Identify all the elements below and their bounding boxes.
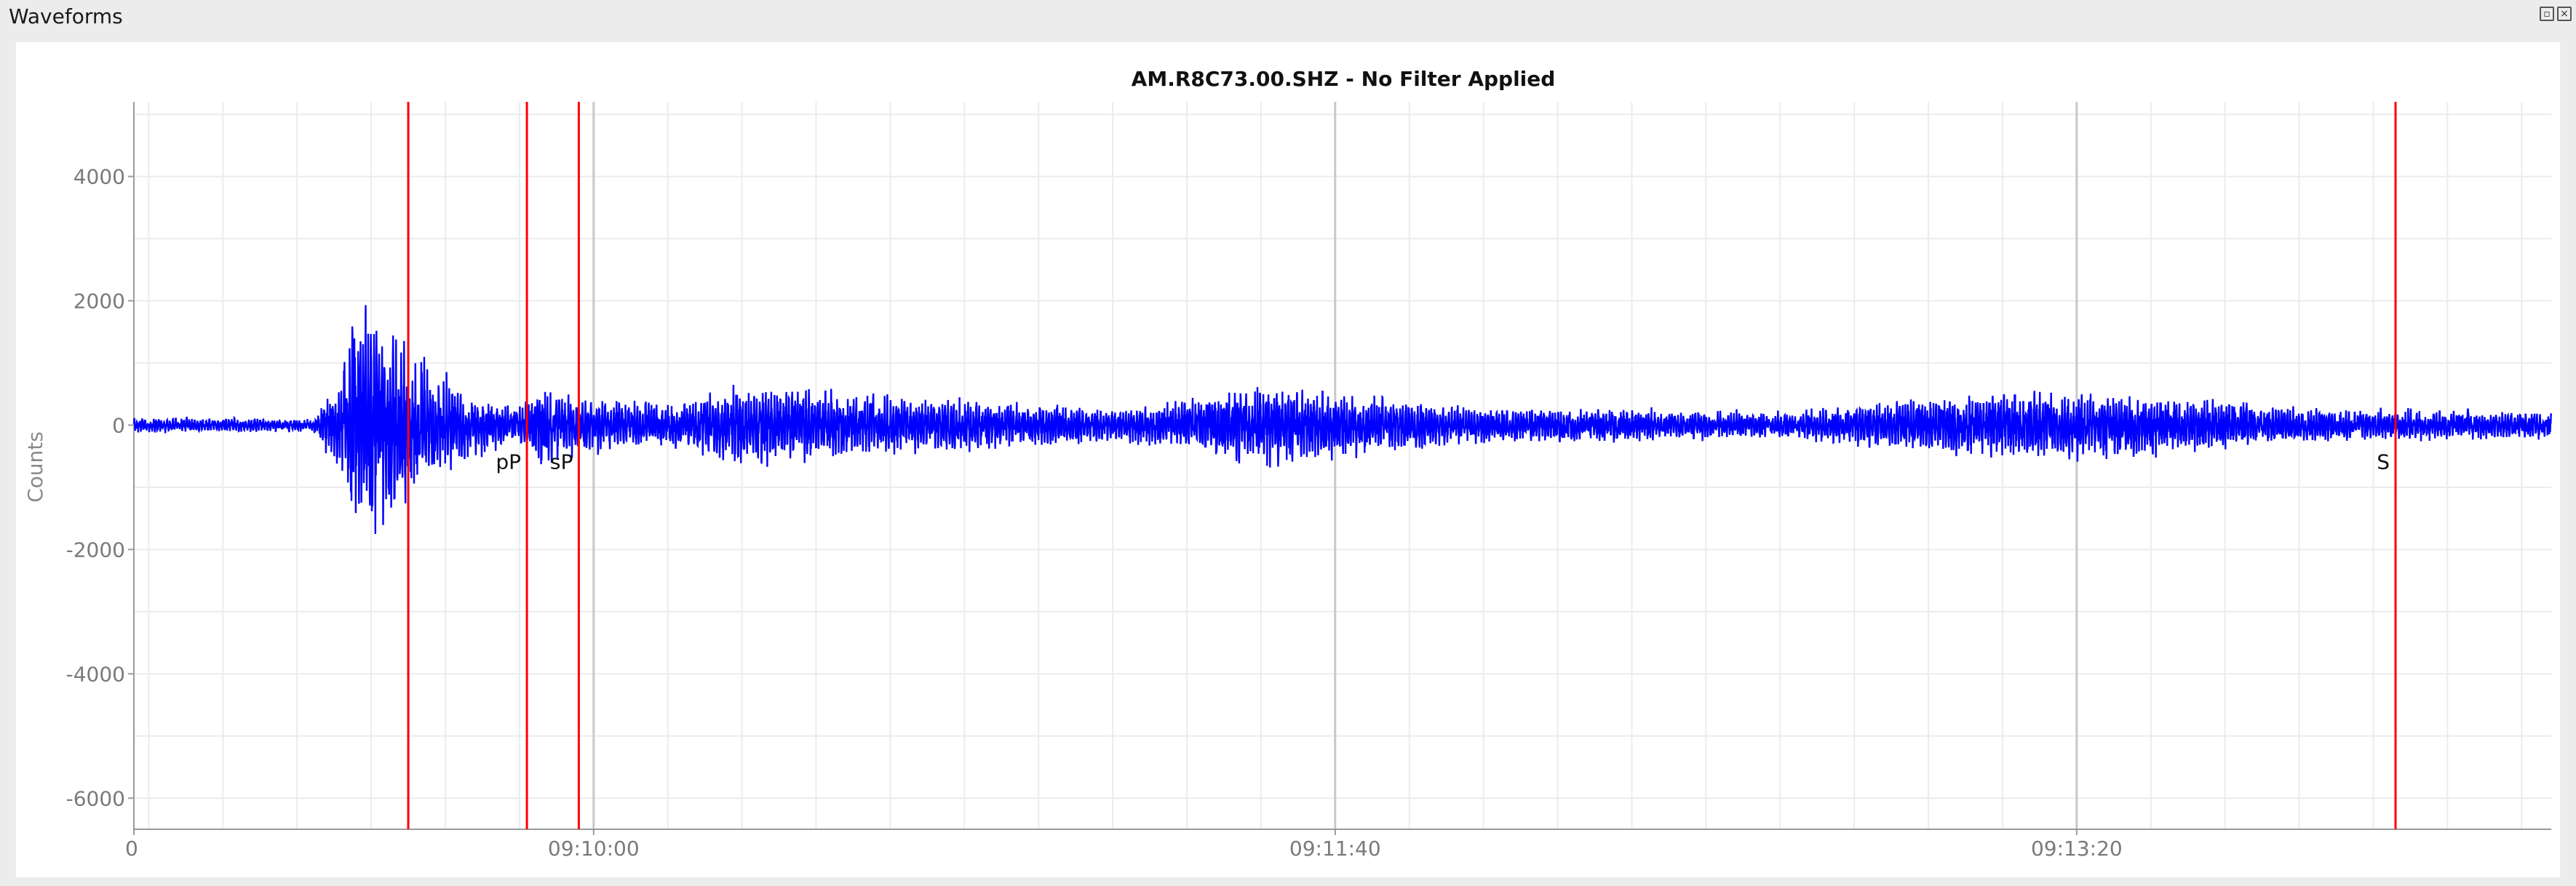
- axes-layer: 4000 2000 0 -2000 -4000 -6000 0 09:10:00 09:11:4…: [66, 102, 2551, 861]
- x-tick-label: 09:13:20: [2031, 837, 2123, 861]
- window-titlebar: Waveforms ▫ ×: [0, 0, 2576, 35]
- y-tick-label: -6000: [66, 786, 125, 810]
- y-tick-label: 2000: [73, 290, 125, 314]
- chart-title: AM.R8C73.00.SHZ - No Filter Applied: [1132, 67, 1556, 91]
- trace-layer: [132, 305, 2553, 535]
- x-tick-label: 0: [125, 837, 138, 861]
- phase-pick-layer: pP sP S: [407, 102, 2397, 829]
- y-tick-label: -2000: [66, 538, 125, 562]
- y-axis-label: Counts: [23, 431, 47, 503]
- phase-pick-label-pP: pP: [496, 450, 521, 474]
- phase-pick-label-sP: sP: [550, 450, 573, 474]
- waveform-trace: [132, 305, 2553, 535]
- y-tick-label: 4000: [73, 165, 125, 189]
- close-icon[interactable]: ×: [2557, 7, 2572, 21]
- y-tick-label: -4000: [66, 662, 125, 686]
- waveform-chart: 4000 2000 0 -2000 -4000 -6000 0 09:10:00 09:11:4…: [23, 67, 2553, 861]
- x-tick-label: 09:10:00: [548, 837, 640, 861]
- phase-pick-label-S: S: [2377, 450, 2390, 474]
- window-title: Waveforms: [9, 4, 123, 28]
- float-window-icon[interactable]: ▫: [2540, 7, 2554, 21]
- x-tick-label: 09:11:40: [1289, 837, 1381, 861]
- waveform-plot-panel: 4000 2000 0 -2000 -4000 -6000 0 09:10:00 09:11:4…: [16, 42, 2560, 877]
- y-tick-label: 0: [112, 413, 125, 437]
